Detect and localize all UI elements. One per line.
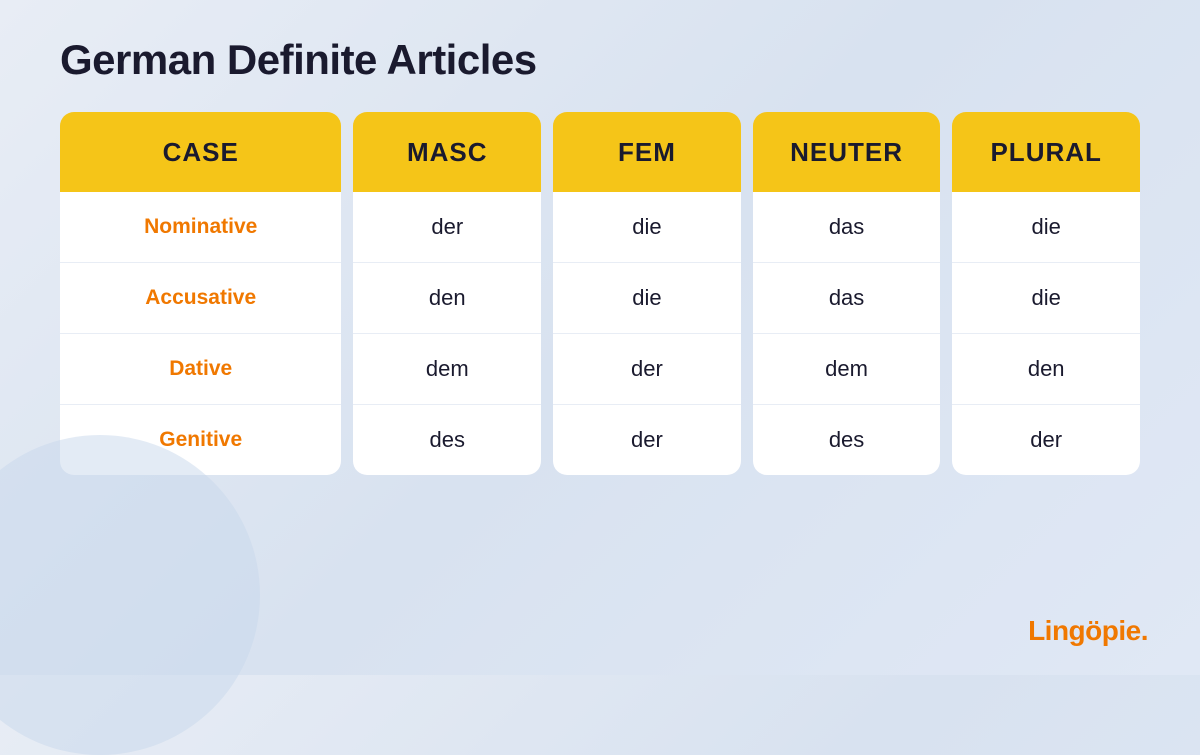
col-masc: MASCderdendemdes bbox=[353, 112, 541, 475]
col-neuter: NEUTERdasdasdemdes bbox=[753, 112, 941, 475]
col-header-masc: MASC bbox=[353, 112, 541, 192]
cell-neuter-row3: des bbox=[753, 405, 941, 475]
col-plural: PLURALdiediedender bbox=[952, 112, 1140, 475]
bg-decoration bbox=[0, 435, 260, 755]
col-body-case: NominativeAccusativeDativeGenitive bbox=[60, 192, 341, 475]
cell-plural-row0: die bbox=[952, 192, 1140, 263]
cell-masc-row0: der bbox=[353, 192, 541, 263]
col-case: CASENominativeAccusativeDativeGenitive bbox=[60, 112, 341, 475]
cell-fem-row3: der bbox=[553, 405, 741, 475]
cell-case-row1: Accusative bbox=[60, 263, 341, 334]
cell-neuter-row0: das bbox=[753, 192, 941, 263]
col-header-neuter: NEUTER bbox=[753, 112, 941, 192]
cell-case-row3: Genitive bbox=[60, 405, 341, 475]
col-body-fem: diediederder bbox=[553, 192, 741, 475]
cell-plural-row1: die bbox=[952, 263, 1140, 334]
cell-plural-row3: der bbox=[952, 405, 1140, 475]
col-body-masc: derdendemdes bbox=[353, 192, 541, 475]
cell-masc-row1: den bbox=[353, 263, 541, 334]
col-header-case: CASE bbox=[60, 112, 341, 192]
cell-masc-row2: dem bbox=[353, 334, 541, 405]
col-header-fem: FEM bbox=[553, 112, 741, 192]
cell-case-row2: Dative bbox=[60, 334, 341, 405]
page-title: German Definite Articles bbox=[60, 36, 537, 84]
col-fem: FEMdiediederder bbox=[553, 112, 741, 475]
articles-table: CASENominativeAccusativeDativeGenitiveMA… bbox=[60, 112, 1140, 475]
cell-neuter-row2: dem bbox=[753, 334, 941, 405]
cell-fem-row1: die bbox=[553, 263, 741, 334]
cell-case-row0: Nominative bbox=[60, 192, 341, 263]
cell-fem-row2: der bbox=[553, 334, 741, 405]
cell-masc-row3: des bbox=[353, 405, 541, 475]
cell-plural-row2: den bbox=[952, 334, 1140, 405]
col-body-plural: diediedender bbox=[952, 192, 1140, 475]
col-body-neuter: dasdasdemdes bbox=[753, 192, 941, 475]
cell-neuter-row1: das bbox=[753, 263, 941, 334]
cell-fem-row0: die bbox=[553, 192, 741, 263]
lingopie-brand: Lingöpie. bbox=[1028, 615, 1148, 647]
col-header-plural: PLURAL bbox=[952, 112, 1140, 192]
